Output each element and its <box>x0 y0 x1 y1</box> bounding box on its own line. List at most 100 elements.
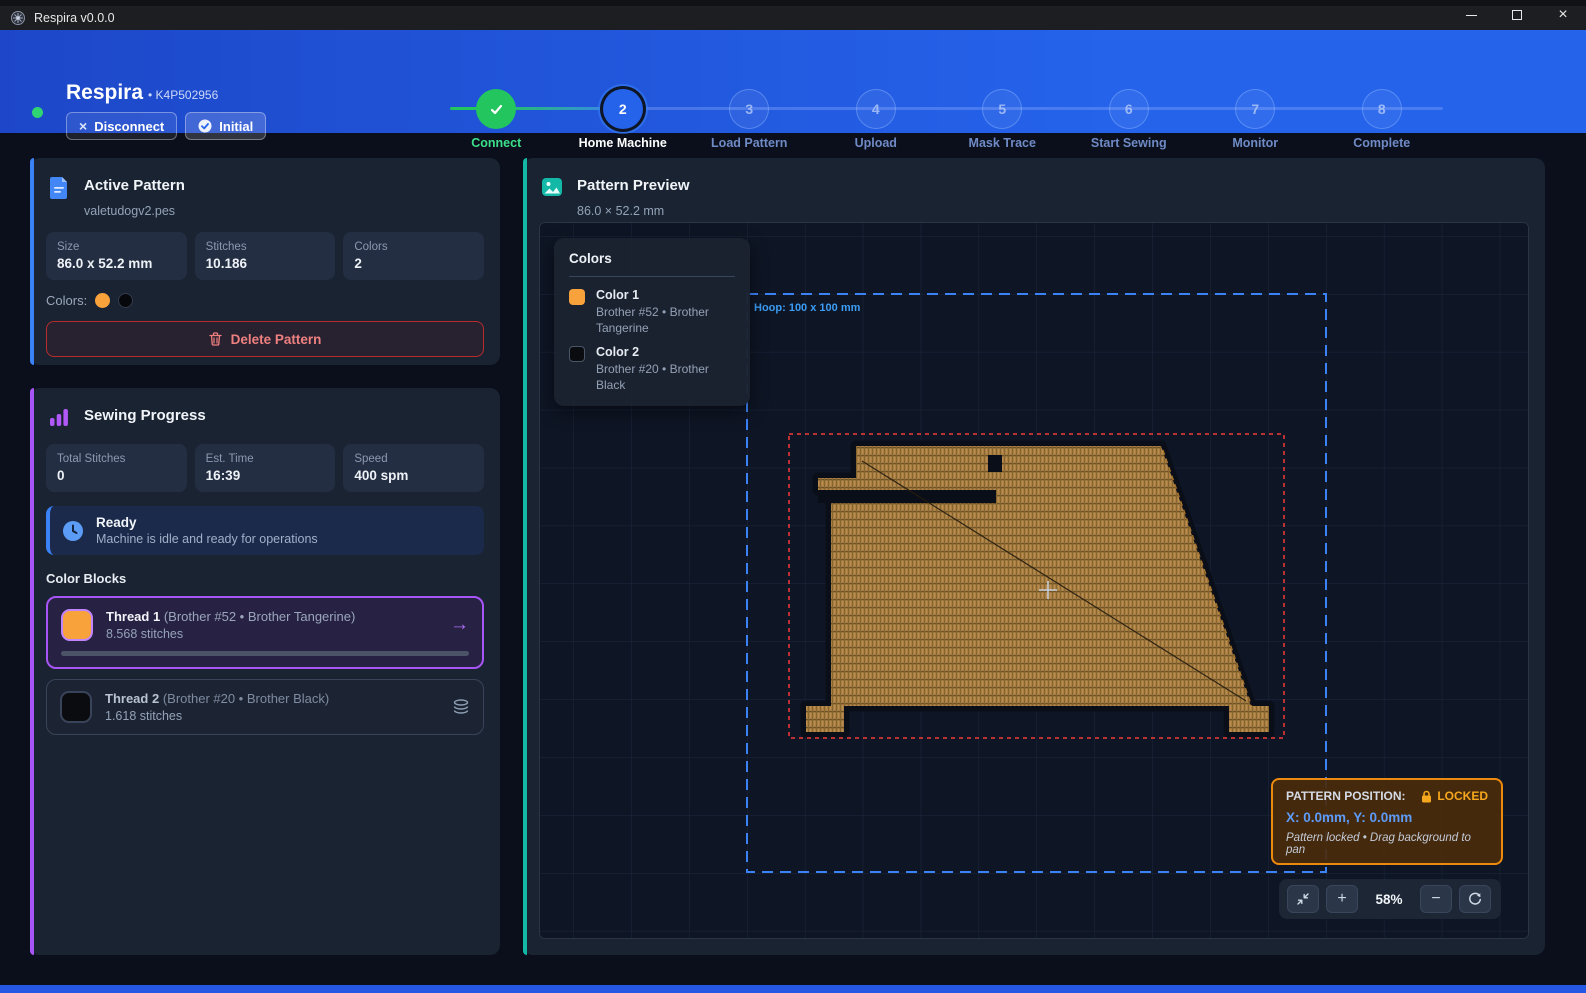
fit-view-icon <box>1295 891 1311 907</box>
thread-2-name: Thread 2 <box>105 691 159 706</box>
legend-item-color2: Color 2 Brother #20 • Brother Black <box>569 345 735 393</box>
close-icon: × <box>1558 6 1567 24</box>
step-start-sewing-circle: 6 <box>1109 89 1149 129</box>
legend-divider <box>569 276 735 277</box>
hoop-label: Hoop: 100 x 100 mm <box>754 302 861 314</box>
colors-label: Colors: <box>46 293 87 308</box>
step-monitor-circle: 7 <box>1235 89 1275 129</box>
app-name: Respira <box>66 81 143 105</box>
stat-speed-label: Speed <box>354 453 473 465</box>
trash-icon <box>209 332 222 346</box>
stat-stitches: Stitches 10.186 <box>195 232 336 280</box>
pattern-preview-header: Pattern Preview <box>539 174 1529 200</box>
step-home-machine[interactable]: 2 Home Machine <box>560 76 687 150</box>
legend-color2-detail: Brother #20 • Brother Black <box>596 362 735 393</box>
clock-icon <box>62 520 84 542</box>
pattern-preview-card: Pattern Preview 86.0 × 52.2 mm <box>523 158 1545 955</box>
reset-view-button[interactable] <box>1459 885 1491 913</box>
step-home-machine-label: Home Machine <box>579 136 667 150</box>
legend-color1-name: Color 1 <box>596 288 735 302</box>
status-description: Machine is idle and ready for operations <box>96 532 318 546</box>
minimize-icon <box>1466 15 1477 16</box>
step-monitor-label: Monitor <box>1232 136 1278 150</box>
stat-total-stitches-value: 0 <box>57 468 176 483</box>
delete-pattern-button[interactable]: Delete Pattern <box>46 321 484 357</box>
step-monitor[interactable]: 7 Monitor <box>1192 76 1319 150</box>
pattern-position-label: PATTERN POSITION: <box>1286 789 1406 803</box>
thread-2-detail: (Brother #20 • Brother Black) <box>163 691 329 706</box>
active-pattern-header: Active Pattern <box>46 174 484 200</box>
stat-est-time-value: 16:39 <box>206 468 325 483</box>
preview-canvas[interactable]: Hoop: 100 x 100 mm <box>539 222 1529 939</box>
legend-item-color1: Color 1 Brother #52 • Brother Tangerine <box>569 288 735 336</box>
thread-2-swatch <box>60 691 92 723</box>
window-title: Respira v0.0.0 <box>34 11 115 25</box>
step-home-machine-circle: 2 <box>603 89 643 129</box>
stat-colors-value: 2 <box>354 256 473 271</box>
stat-size-label: Size <box>57 241 176 253</box>
check-circle-icon <box>198 119 212 133</box>
connection-status-dot <box>32 107 43 118</box>
thread-1-progress-bar <box>61 651 469 656</box>
step-mask-trace-label: Mask Trace <box>969 136 1036 150</box>
layers-stack-icon <box>452 698 470 716</box>
machine-serial: • K4P502956 <box>148 88 218 102</box>
step-connect-circle <box>476 89 516 129</box>
step-load-pattern[interactable]: 3 Load Pattern <box>686 76 813 150</box>
disconnect-button[interactable]: × Disconnect <box>66 112 177 140</box>
zoom-out-button[interactable]: − <box>1420 885 1452 913</box>
zoom-in-button[interactable]: + <box>1326 885 1358 913</box>
color-swatch-orange <box>95 293 110 308</box>
step-connect[interactable]: Connect <box>433 76 560 150</box>
plus-icon: + <box>1337 890 1346 908</box>
sewing-progress-header: Sewing Progress <box>46 404 484 430</box>
step-complete-circle: 8 <box>1362 89 1402 129</box>
file-icon <box>46 174 72 200</box>
stat-colors-label: Colors <box>354 241 473 253</box>
thread-2-card[interactable]: Thread 2 (Brother #20 • Brother Black) 1… <box>46 679 484 735</box>
thread-1-stitches: 8.568 stitches <box>106 627 355 641</box>
stat-colors: Colors 2 <box>343 232 484 280</box>
close-button[interactable]: × <box>1540 0 1586 30</box>
app-window: Respira v0.0.0 × Respira • K4P502956 × D… <box>0 0 1586 993</box>
steps-row: Connect 2 Home Machine 3 Load Pattern 4 … <box>433 76 1445 150</box>
step-load-pattern-circle: 3 <box>729 89 769 129</box>
stat-est-time-label: Est. Time <box>206 453 325 465</box>
legend-title: Colors <box>569 251 735 266</box>
app-header: Respira • K4P502956 × Disconnect Initial <box>0 30 1586 133</box>
thread-1-name-row: Thread 1 (Brother #52 • Brother Tangerin… <box>106 609 355 624</box>
minimize-button[interactable] <box>1448 0 1494 30</box>
initial-button[interactable]: Initial <box>185 112 266 140</box>
active-pattern-card: Active Pattern valetudogv2.pes Size 86.0… <box>30 158 500 365</box>
locked-text: LOCKED <box>1437 789 1488 803</box>
step-load-pattern-label: Load Pattern <box>711 136 787 150</box>
pattern-coordinates: X: 0.0mm, Y: 0.0mm <box>1286 810 1488 825</box>
thread-1-card[interactable]: Thread 1 (Brother #52 • Brother Tangerin… <box>46 596 484 669</box>
step-mask-trace-circle: 5 <box>982 89 1022 129</box>
stat-size: Size 86.0 x 52.2 mm <box>46 232 187 280</box>
legend-color1-detail: Brother #52 • Brother Tangerine <box>596 305 735 336</box>
pattern-filename: valetudogv2.pes <box>84 204 484 218</box>
step-start-sewing[interactable]: 6 Start Sewing <box>1066 76 1193 150</box>
maximize-button[interactable] <box>1494 0 1540 30</box>
fit-view-button[interactable] <box>1287 885 1319 913</box>
status-title: Ready <box>96 515 318 530</box>
machine-status-banner: Ready Machine is idle and ready for oper… <box>46 506 484 555</box>
disconnect-label: Disconnect <box>94 119 164 134</box>
sewing-progress-card: Sewing Progress Total Stitches 0 Est. Ti… <box>30 388 500 955</box>
stat-stitches-label: Stitches <box>206 241 325 253</box>
pattern-notch <box>988 455 1002 472</box>
legend-swatch-color2 <box>569 346 585 362</box>
step-connect-label: Connect <box>471 136 521 150</box>
step-mask-trace[interactable]: 5 Mask Trace <box>939 76 1066 150</box>
check-icon <box>488 101 505 118</box>
stat-speed: Speed 400 spm <box>343 444 484 492</box>
step-complete[interactable]: 8 Complete <box>1319 76 1446 150</box>
arrow-right-icon: → <box>450 614 469 636</box>
app-icon <box>10 10 26 26</box>
active-pattern-title: Active Pattern <box>84 174 185 194</box>
stat-est-time: Est. Time 16:39 <box>195 444 336 492</box>
step-upload-label: Upload <box>855 136 897 150</box>
step-upload[interactable]: 4 Upload <box>813 76 940 150</box>
serial-value: K4P502956 <box>156 88 219 102</box>
